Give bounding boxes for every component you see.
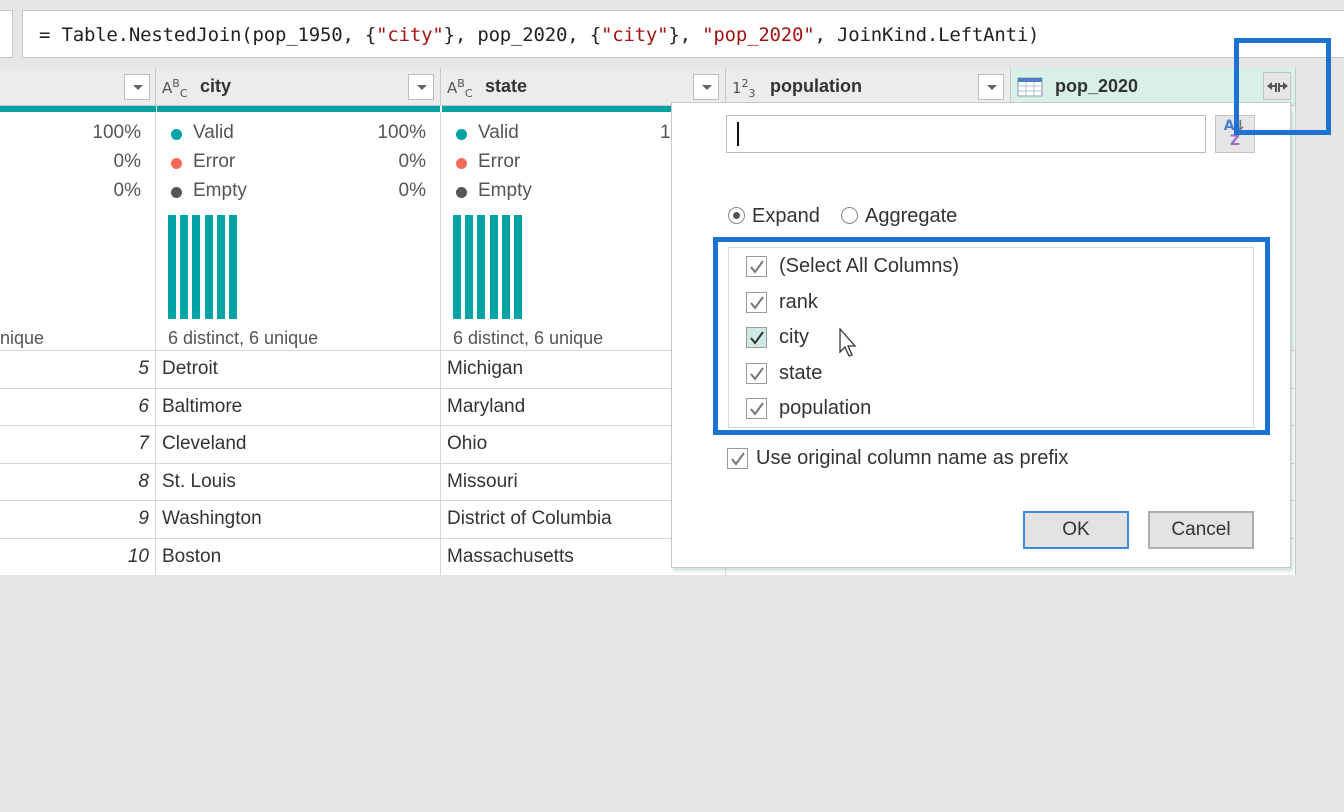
valid-percent: 100% (377, 122, 426, 143)
aggregate-radio-label[interactable]: Aggregate (865, 205, 957, 228)
highlight-box-expand (1234, 38, 1331, 135)
valid-dot-icon (456, 129, 467, 140)
column-header-population[interactable]: 123 population (726, 68, 1011, 106)
mouse-cursor-icon (839, 328, 857, 357)
column-search-input[interactable] (726, 115, 1206, 153)
text-caret (737, 122, 739, 146)
table-row: 8 St. Louis Missouri (0, 462, 726, 500)
distribution-bar[interactable] (217, 215, 225, 319)
ok-button[interactable]: OK (1023, 511, 1129, 549)
distribution-chart[interactable] (168, 215, 240, 319)
cell-city[interactable]: Boston (156, 538, 441, 575)
formula-text: = Table.NestedJoin(pop_1950, {"city"}, p… (39, 24, 1040, 46)
table-row: 5 Detroit Michigan (0, 350, 726, 388)
valid-percent: 100% (92, 122, 141, 143)
cell-rank[interactable]: 6 (0, 388, 156, 425)
cell-rank[interactable]: 10 (0, 538, 156, 575)
table-row: 6 Baltimore Maryland (0, 387, 726, 425)
cell-city[interactable]: Cleveland (156, 426, 441, 463)
column-filter-dropdown[interactable] (978, 74, 1004, 100)
table-icon[interactable] (1017, 77, 1043, 101)
column-header-rank[interactable] (0, 68, 156, 106)
table-row: 10 Boston Massachusetts (0, 537, 726, 575)
distribution-bar[interactable] (514, 215, 522, 319)
cell-rank[interactable]: 5 (0, 351, 156, 388)
formula-bar-toggle[interactable] (0, 10, 13, 58)
distribution-bar[interactable] (453, 215, 461, 319)
distribution-bar[interactable] (192, 215, 200, 319)
error-percent: 0% (398, 151, 426, 172)
formula-bar[interactable]: = Table.NestedJoin(pop_1950, {"city"}, p… (22, 10, 1344, 58)
prefix-checkbox[interactable] (727, 448, 748, 469)
column-name: state (485, 76, 528, 96)
cell-rank[interactable]: 8 (0, 463, 156, 500)
distribution-bar[interactable] (205, 215, 213, 319)
distribution-bar[interactable] (465, 215, 473, 319)
column-header-state[interactable]: ABC state (441, 68, 726, 106)
column-name: pop_2020 (1055, 76, 1139, 96)
empty-label: Empty (478, 180, 532, 201)
distribution-chart[interactable] (453, 215, 525, 319)
cell-city[interactable]: Detroit (156, 351, 441, 388)
aggregate-radio[interactable] (841, 207, 858, 224)
column-name: city (200, 76, 232, 96)
number-type-icon[interactable]: 123 (732, 77, 756, 100)
distribution-bar[interactable] (477, 215, 485, 319)
distinct-count: 6 distinct, 6 unique (168, 328, 319, 348)
cell-rank[interactable]: 9 (0, 501, 156, 538)
highlight-box-columns (713, 237, 1270, 435)
empty-percent: 0% (398, 180, 426, 201)
expand-radio[interactable] (728, 207, 745, 224)
column-header-city[interactable]: ABC city (156, 68, 441, 106)
valid-label: Valid (193, 122, 234, 143)
cancel-button[interactable]: Cancel (1148, 511, 1254, 549)
column-profile-rank: 100% 0% 0% nique (0, 112, 156, 350)
cell-rank[interactable]: 7 (0, 426, 156, 463)
column-filter-dropdown[interactable] (693, 74, 719, 100)
distribution-bar[interactable] (168, 215, 176, 319)
column-name: population (770, 76, 862, 96)
error-label: Error (478, 151, 521, 172)
text-type-icon[interactable]: ABC (162, 77, 188, 100)
error-percent: 0% (113, 151, 141, 172)
cell-city[interactable]: St. Louis (156, 463, 441, 500)
error-dot-icon (456, 158, 467, 169)
valid-percent: 1 (660, 122, 671, 143)
cell-city[interactable]: Washington (156, 501, 441, 538)
distinct-count: 6 distinct, 6 unique (453, 328, 604, 348)
empty-dot-icon (456, 187, 467, 198)
distribution-bar[interactable] (229, 215, 237, 319)
cell-city[interactable]: Baltimore (156, 388, 441, 425)
empty-label: Empty (193, 180, 247, 201)
valid-label: Valid (478, 122, 519, 143)
empty-percent: 0% (113, 180, 141, 201)
error-dot-icon (171, 158, 182, 169)
prefix-checkbox-label[interactable]: Use original column name as prefix (756, 447, 1068, 470)
empty-dot-icon (171, 187, 182, 198)
column-filter-dropdown[interactable] (124, 74, 150, 100)
distinct-count: nique (0, 328, 45, 348)
table-row: 7 Cleveland Ohio (0, 425, 726, 463)
expand-radio-label[interactable]: Expand (752, 205, 820, 228)
text-type-icon[interactable]: ABC (447, 77, 473, 100)
error-label: Error (193, 151, 236, 172)
column-profile-city: Valid 100% Error 0% Empty 0% 6 distinct,… (156, 112, 441, 350)
distribution-bar[interactable] (180, 215, 188, 319)
table-row: 9 Washington District of Columbia (0, 500, 726, 538)
valid-dot-icon (171, 129, 182, 140)
distribution-bar[interactable] (490, 215, 498, 319)
distribution-bar[interactable] (502, 215, 510, 319)
column-filter-dropdown[interactable] (408, 74, 434, 100)
